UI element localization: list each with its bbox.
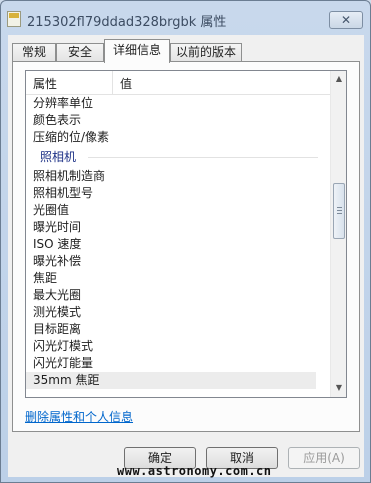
properties-dialog: 215302fl79ddad328brgbk 属性 ✕ 常规 安全 详细信息 以… <box>0 0 371 483</box>
list-header: 属性 值 <box>26 71 330 95</box>
list-item[interactable]: 分辨率单位 <box>26 95 330 112</box>
remove-properties-link[interactable]: 删除属性和个人信息 <box>25 408 133 425</box>
tab-general[interactable]: 常规 <box>12 43 56 62</box>
apply-button[interactable]: 应用(A) <box>288 447 360 469</box>
vertical-scrollbar[interactable]: ▲ ▼ <box>330 71 346 397</box>
tab-security[interactable]: 安全 <box>56 43 104 62</box>
list-item[interactable]: 曝光时间 <box>26 219 330 236</box>
grip-line <box>337 213 342 214</box>
scroll-up-icon[interactable]: ▲ <box>333 72 345 86</box>
property-column-header[interactable]: 属性 <box>33 75 57 92</box>
tab-details[interactable]: 详细信息 <box>104 39 170 63</box>
list-item[interactable]: 光圈值 <box>26 202 330 219</box>
scroll-down-icon[interactable]: ▼ <box>333 381 345 395</box>
list-item[interactable]: 闪光灯模式 <box>26 338 330 355</box>
column-divider[interactable] <box>112 71 113 94</box>
list-item[interactable]: 照相机型号 <box>26 185 330 202</box>
group-divider <box>88 157 318 158</box>
list-item[interactable]: 闪光灯能量 <box>26 355 330 372</box>
close-button[interactable]: ✕ <box>329 11 363 29</box>
group-header-camera: 照相机 <box>26 146 330 168</box>
list-item[interactable]: 35mm 焦距 <box>26 372 316 389</box>
details-panel: 属性 值 分辨率单位 颜色表示 压缩的位/像素 照相机 照相机制造商 照相机型号… <box>12 61 360 432</box>
grip-line <box>337 210 342 211</box>
value-column-header[interactable]: 值 <box>120 75 132 92</box>
list-item[interactable]: 颜色表示 <box>26 112 330 129</box>
list-item[interactable]: 曝光补偿 <box>26 253 330 270</box>
property-list[interactable]: 属性 值 分辨率单位 颜色表示 压缩的位/像素 照相机 照相机制造商 照相机型号… <box>25 70 347 398</box>
title-bar[interactable]: 215302fl79ddad328brgbk 属性 ✕ <box>1 1 370 35</box>
property-rows: 分辨率单位 颜色表示 压缩的位/像素 照相机 照相机制造商 照相机型号 光圈值 … <box>26 95 330 397</box>
list-item[interactable]: 目标距离 <box>26 321 330 338</box>
list-item[interactable]: 最大光圈 <box>26 287 330 304</box>
window-title: 215302fl79ddad328brgbk 属性 <box>27 15 227 30</box>
list-item[interactable]: 焦距 <box>26 270 330 287</box>
file-type-icon <box>7 11 21 27</box>
grip-line <box>337 207 342 208</box>
watermark-text: www.astronomy.com.cn <box>117 464 272 478</box>
list-item[interactable]: 压缩的位/像素 <box>26 129 330 146</box>
scroll-thumb[interactable] <box>333 183 345 239</box>
list-item[interactable]: 照相机制造商 <box>26 168 330 185</box>
list-item[interactable]: 测光模式 <box>26 304 330 321</box>
list-item[interactable]: ISO 速度 <box>26 236 330 253</box>
tab-previous-versions[interactable]: 以前的版本 <box>170 43 242 62</box>
group-label: 照相机 <box>40 150 77 164</box>
dialog-body: 常规 安全 详细信息 以前的版本 属性 值 分辨率单位 颜色表示 压缩的位/像素… <box>8 35 364 477</box>
